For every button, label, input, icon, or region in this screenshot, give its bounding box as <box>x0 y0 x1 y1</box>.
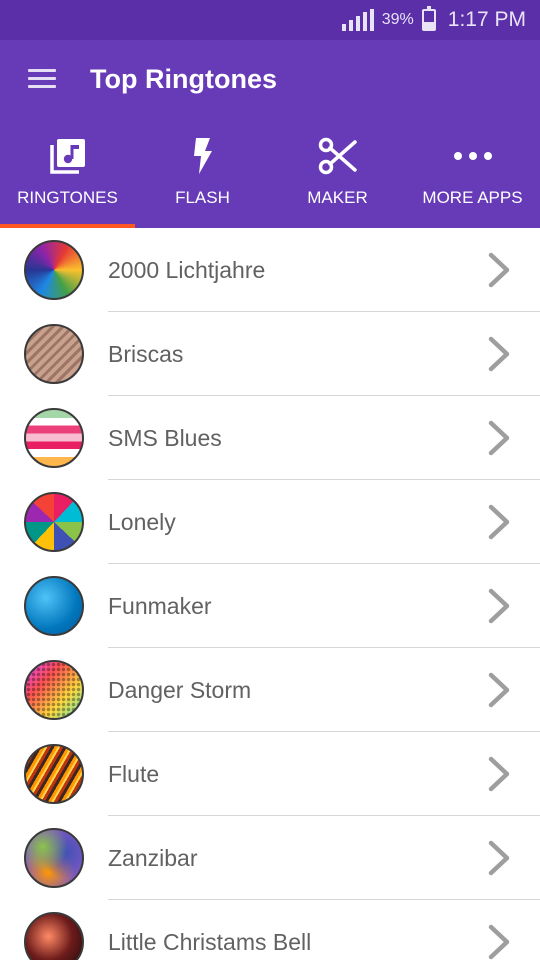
gold-lines-thumbnail <box>24 744 84 804</box>
signal-icon <box>341 9 374 31</box>
list-item[interactable]: Zanzibar <box>0 816 540 900</box>
music-note-icon <box>0 136 135 176</box>
tab-bar: RINGTONES FLASH MAKER MORE APPS <box>0 118 540 228</box>
list-item[interactable]: Flute <box>0 732 540 816</box>
ringtone-title: SMS Blues <box>108 425 222 451</box>
ringtone-title: Lonely <box>108 509 176 535</box>
colorful-swirl-thumbnail <box>24 240 84 300</box>
blue-texture-thumbnail <box>24 576 84 636</box>
menu-icon[interactable] <box>28 69 56 89</box>
list-item[interactable]: Danger Storm <box>0 648 540 732</box>
chevron-right-icon <box>488 504 510 540</box>
chevron-right-icon <box>488 840 510 876</box>
ringtone-title: Zanzibar <box>108 845 198 871</box>
chevron-right-icon <box>488 588 510 624</box>
chevron-right-icon <box>488 420 510 456</box>
list-item[interactable]: Briscas <box>0 312 540 396</box>
chevron-right-icon <box>488 924 510 960</box>
ringtone-list: 2000 Lichtjahre Briscas SMS Blues Lonely… <box>0 228 540 960</box>
app-bar: Top Ringtones <box>0 40 540 118</box>
tab-ringtones[interactable]: RINGTONES <box>0 118 135 228</box>
dark-swirl-thumbnail <box>24 912 84 960</box>
striped-texture-thumbnail <box>24 324 84 384</box>
tab-flash[interactable]: FLASH <box>135 118 270 228</box>
battery-icon <box>421 6 436 31</box>
list-item[interactable]: 2000 Lichtjahre <box>0 228 540 312</box>
more-dots-icon <box>405 136 540 176</box>
list-item[interactable]: Little Christams Bell <box>0 900 540 960</box>
ringtone-title: Funmaker <box>108 593 212 619</box>
status-bar: 39% 1:17 PM <box>0 0 540 40</box>
status-clock: 1:17 PM <box>447 8 526 31</box>
pink-stripes-thumbnail <box>24 408 84 468</box>
chevron-right-icon <box>488 672 510 708</box>
tab-maker[interactable]: MAKER <box>270 118 405 228</box>
list-item[interactable]: Lonely <box>0 480 540 564</box>
ringtone-title: Briscas <box>108 341 184 367</box>
battery-percent: 39% <box>381 11 414 28</box>
tab-ringtones-label: RINGTONES <box>17 188 118 207</box>
chevron-right-icon <box>488 756 510 792</box>
tab-flash-label: FLASH <box>175 188 230 207</box>
list-item[interactable]: SMS Blues <box>0 396 540 480</box>
chevron-right-icon <box>488 252 510 288</box>
geometric-triangles-thumbnail <box>24 492 84 552</box>
list-item[interactable]: Funmaker <box>0 564 540 648</box>
flash-icon <box>135 136 270 176</box>
ringtone-title: Flute <box>108 761 160 787</box>
blurred-colors-thumbnail <box>24 828 84 888</box>
ringtone-title: Little Christams Bell <box>108 929 312 955</box>
status-indicators: 39% 1:17 PM <box>341 0 526 40</box>
ringtone-title: Danger Storm <box>108 677 252 703</box>
tab-more-apps[interactable]: MORE APPS <box>405 118 540 228</box>
tab-maker-label: MAKER <box>307 188 368 207</box>
ringtone-title: 2000 Lichtjahre <box>108 257 266 283</box>
scissors-icon <box>270 136 405 176</box>
page-title: Top Ringtones <box>90 64 277 94</box>
halftone-thumbnail <box>24 660 84 720</box>
tab-more-apps-label: MORE APPS <box>422 188 523 207</box>
chevron-right-icon <box>488 336 510 372</box>
